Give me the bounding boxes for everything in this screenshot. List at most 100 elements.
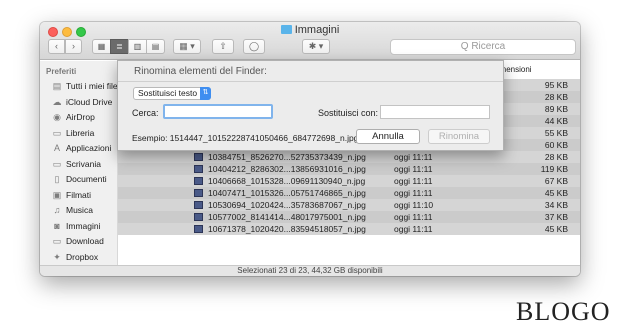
rename-button[interactable]: Rinomina <box>428 129 490 144</box>
column-view-button[interactable]: ▥ <box>128 39 147 54</box>
movies-icon: ▣ <box>52 189 62 200</box>
pictures-icon: ◙ <box>54 220 60 231</box>
find-label: Cerca: <box>132 108 159 118</box>
chevron-updown-icon: ⇅ <box>200 87 211 100</box>
title-bar: Immagini ‹ › ▦ ≣ ▥ ▤ ▦ ▾ ⇧ ◯ ✱ ▾ Q Ricer… <box>40 22 580 60</box>
sidebar-item-label: Documenti <box>66 174 107 184</box>
file-size: 44 KB <box>544 116 568 126</box>
column-header-size[interactable]: Dimensioni <box>492 65 572 74</box>
file-size: 60 KB <box>544 140 568 150</box>
image-file-icon <box>194 225 203 233</box>
file-size: 28 KB <box>544 152 568 162</box>
sidebar-item[interactable]: ▤ Tutti i miei file <box>52 81 118 95</box>
window-title: Immagini <box>40 24 580 36</box>
search-field[interactable]: Q Ricerca <box>390 39 576 55</box>
file-name: 10384751_8526270...52735373439_n.jpg <box>208 152 366 162</box>
sidebar-item-label: Musica <box>66 205 93 215</box>
replace-label: Sostituisci con: <box>318 108 379 118</box>
image-file-icon <box>194 189 203 197</box>
list-view-button[interactable]: ≣ <box>110 39 129 54</box>
rename-mode-popup[interactable]: Sostituisci testo ⇅ <box>133 87 211 100</box>
sidebar-item[interactable]: ◙ Immagini <box>52 221 100 235</box>
file-name: 10577002_8141414...48017975001_n.jpg <box>208 212 366 222</box>
sidebar-item-label: iCloud Drive <box>66 96 113 107</box>
file-size: 45 KB <box>544 188 568 198</box>
sidebar-item-label: Filmati <box>66 189 92 200</box>
file-name: 10671378_1020420...83594518057_n.jpg <box>208 224 366 234</box>
sidebar-item-label: AirDrop <box>66 112 95 122</box>
sidebar-item[interactable]: ▣ Filmati <box>52 190 91 204</box>
file-size: 37 KB <box>544 212 568 222</box>
table-row[interactable]: 10404212_8286302...13856931016_n.jpg oggi… <box>118 163 580 175</box>
sidebar-item[interactable]: ✦ Dropbox <box>52 252 98 266</box>
sidebar-heading: Preferiti <box>46 67 77 76</box>
file-date: oggi 11:11 <box>394 164 433 174</box>
desktop-icon: ▭ <box>52 158 62 169</box>
cancel-button[interactable]: Annulla <box>356 129 420 144</box>
image-file-icon <box>194 177 203 185</box>
example-text: Esempio: 1514447_10152228741050466_68477… <box>132 133 359 143</box>
sidebar-item-label: Tutti i miei file <box>66 81 118 91</box>
folder-icon: ▭ <box>52 127 62 138</box>
file-size: 95 KB <box>544 80 568 90</box>
status-bar: Selezionati 23 di 23, 44,32 GB disponibi… <box>40 265 580 276</box>
back-button[interactable]: ‹ <box>48 39 65 54</box>
sidebar-item[interactable]: A Applicazioni <box>52 143 111 157</box>
rename-sheet: Rinomina elementi del Finder: Sostituisc… <box>117 60 504 151</box>
sidebar-item-label: Immagini <box>66 220 101 231</box>
file-name: 10530694_1020424...35783687067_n.jpg <box>208 200 366 210</box>
file-date: oggi 11:11 <box>394 188 433 198</box>
icon-view-button[interactable]: ▦ <box>92 39 111 54</box>
share-button[interactable]: ⇧ <box>212 39 234 54</box>
replace-field[interactable] <box>380 105 490 119</box>
file-size: 89 KB <box>544 104 568 114</box>
sidebar-item[interactable]: ▭ Download <box>52 236 104 250</box>
file-size: 67 KB <box>544 176 568 186</box>
documents-icon: ▯ <box>54 174 60 184</box>
sidebar-item[interactable]: ▯ Documenti <box>52 174 107 188</box>
folder-icon <box>280 25 292 34</box>
arrange-button[interactable]: ▦ ▾ <box>173 39 201 54</box>
tags-button[interactable]: ◯ <box>243 39 265 54</box>
action-button[interactable]: ✱ ▾ <box>302 39 330 54</box>
sidebar-item[interactable]: ▭ Scrivania <box>52 159 101 173</box>
dropbox-icon: ✦ <box>53 251 61 262</box>
file-size: 45 KB <box>544 224 568 234</box>
sidebar-item-label: Libreria <box>66 127 95 138</box>
file-size: 28 KB <box>544 92 568 102</box>
image-file-icon <box>194 213 203 221</box>
file-date: oggi 11:11 <box>394 176 433 186</box>
cloud-icon: ☁ <box>52 96 62 107</box>
image-file-icon <box>194 201 203 209</box>
sidebar-item[interactable]: ☁ iCloud Drive <box>52 96 113 111</box>
table-row[interactable]: 10577002_8141414...48017975001_n.jpg oggi… <box>118 211 580 223</box>
table-row[interactable]: 10384751_8526270...52735373439_n.jpg oggi… <box>118 151 580 163</box>
file-date: oggi 11:11 <box>394 152 433 162</box>
sidebar-item-label: Download <box>66 236 104 246</box>
find-field[interactable] <box>163 104 273 119</box>
file-name: 10406668_1015328...09691130940_n.jpg <box>208 176 366 186</box>
forward-button[interactable]: › <box>65 39 82 54</box>
table-row[interactable]: 10407471_1015326...05751746865_n.jpg oggi… <box>118 187 580 199</box>
file-name: 10407471_1015326...05751746865_n.jpg <box>208 188 366 198</box>
sidebar-item-label: Scrivania <box>66 158 101 169</box>
file-name: 10404212_8286302...13856931016_n.jpg <box>208 164 366 174</box>
sidebar: Preferiti ▤ Tutti i miei file ☁ iCloud Driv… <box>40 61 118 265</box>
sidebar-item-label: Applicazioni <box>66 143 112 153</box>
image-file-icon <box>194 165 203 173</box>
file-size: 119 KB <box>540 164 568 174</box>
sidebar-item[interactable]: ♫ Musica <box>52 205 93 219</box>
sidebar-item[interactable]: ◉ AirDrop <box>52 112 95 126</box>
all-files-icon: ▤ <box>52 81 62 91</box>
sidebar-item[interactable]: ▭ Libreria <box>52 127 95 142</box>
download-icon: ▭ <box>52 236 62 246</box>
table-row[interactable]: 10406668_1015328...09691130940_n.jpg oggi… <box>118 175 580 187</box>
table-row[interactable]: 10671378_1020420...83594518057_n.jpg oggi… <box>118 223 580 235</box>
table-row[interactable]: 10530694_1020424...35783687067_n.jpg oggi… <box>118 199 580 211</box>
file-size: 55 KB <box>544 128 568 138</box>
image-file-icon <box>194 153 203 161</box>
divider <box>118 81 503 82</box>
sidebar-item-label: Dropbox <box>66 251 99 262</box>
cover-flow-button[interactable]: ▤ <box>146 39 165 54</box>
applications-icon: A <box>53 143 60 153</box>
